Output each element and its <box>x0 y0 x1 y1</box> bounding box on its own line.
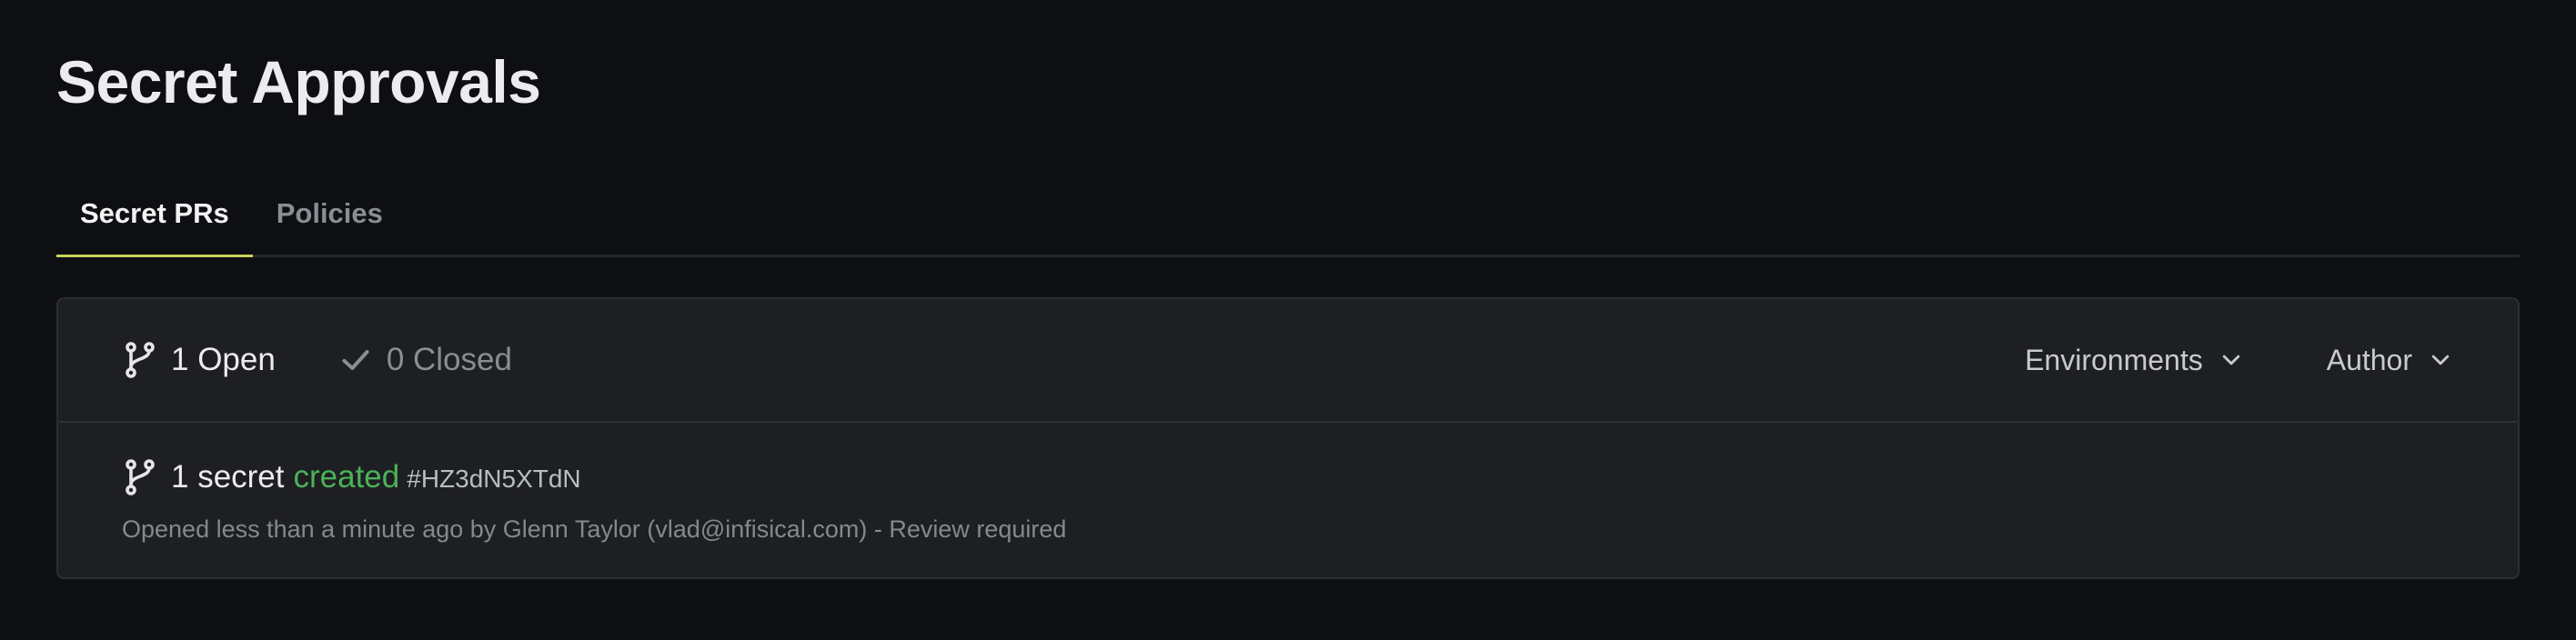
pr-title-prefix: 1 secret <box>171 459 285 495</box>
pr-meta: Opened less than a minute ago by Glenn T… <box>122 515 1067 543</box>
pr-list-item[interactable]: 1 secret created #HZ3dN5XTdN Opened less… <box>58 423 2518 544</box>
environments-dropdown-label: Environments <box>2025 343 2203 376</box>
author-dropdown-label: Author <box>2326 343 2412 376</box>
git-branch-icon <box>122 342 158 378</box>
secret-approvals-page: Secret Approvals Secret PRs Policies 1 O… <box>0 0 2576 640</box>
open-filter[interactable]: 1 Open <box>122 342 276 378</box>
dropdown-filters: Environments Author <box>1943 344 2454 377</box>
page-title: Secret Approvals <box>56 48 541 115</box>
closed-filter-label: 0 Closed <box>386 342 512 377</box>
chevron-down-icon <box>2218 346 2245 374</box>
chevron-down-icon <box>2427 346 2454 374</box>
author-dropdown[interactable]: Author <box>2327 344 2454 377</box>
pr-title: 1 secret created #HZ3dN5XTdN <box>122 455 2454 499</box>
pr-id: #HZ3dN5XTdN <box>407 465 581 493</box>
tab-secret-prs[interactable]: Secret PRs <box>56 180 253 257</box>
environments-dropdown[interactable]: Environments <box>2025 344 2245 377</box>
open-filter-label: 1 Open <box>171 342 276 377</box>
card-header: 1 Open 0 Closed Environments Author <box>58 299 2518 423</box>
closed-filter[interactable]: 0 Closed <box>337 342 512 378</box>
git-branch-icon <box>122 459 158 495</box>
secret-prs-card: 1 Open 0 Closed Environments Author 1 se… <box>56 297 2520 579</box>
pr-action-badge: created <box>293 459 400 495</box>
tab-policies[interactable]: Policies <box>253 180 407 255</box>
tab-bar: Secret PRs Policies <box>56 180 2520 257</box>
check-icon <box>337 342 374 378</box>
status-filters: 1 Open 0 Closed <box>122 342 512 378</box>
